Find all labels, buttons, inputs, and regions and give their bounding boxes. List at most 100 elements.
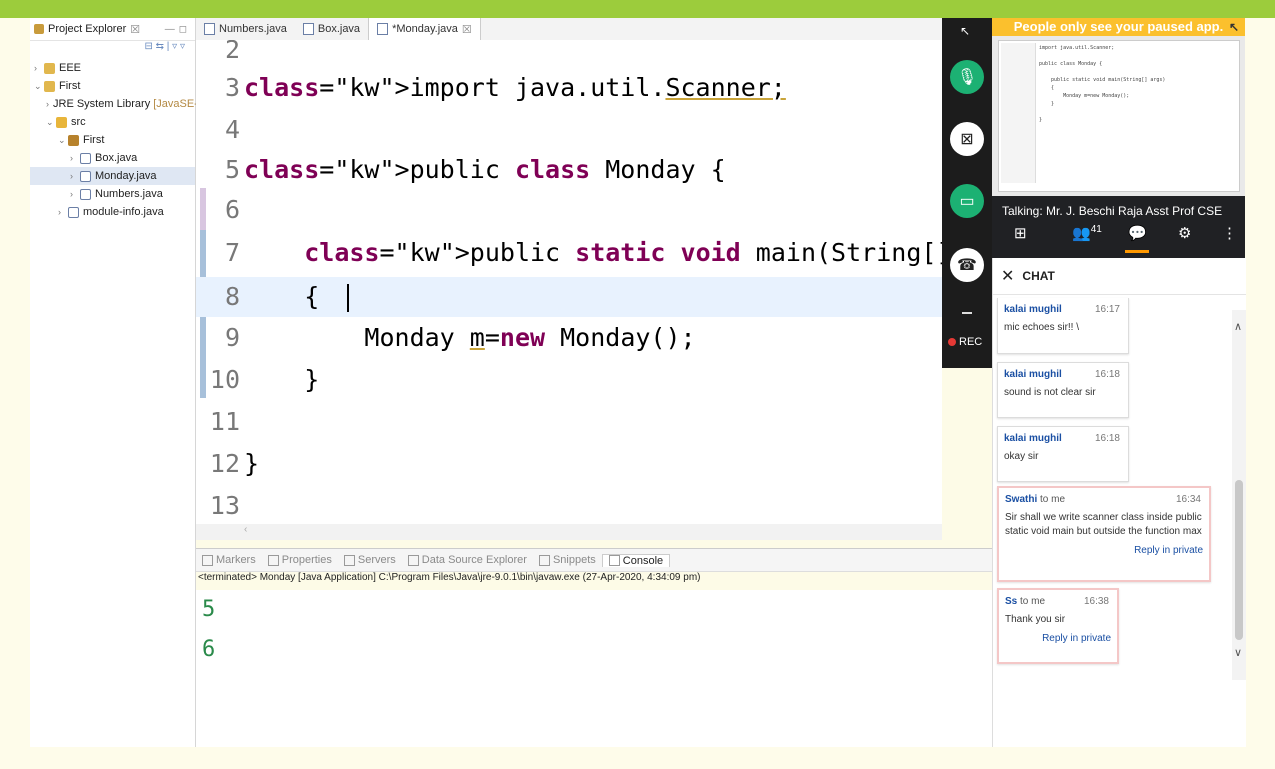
sender-name: kalai mughil — [1004, 369, 1062, 380]
view-icon — [343, 554, 355, 566]
console-tab[interactable]: Servers — [338, 554, 402, 566]
tree-item-label: Numbers.java — [95, 188, 163, 200]
project-explorer-title[interactable]: Project Explorer — [48, 23, 126, 35]
leave-call-button[interactable]: ☎ — [950, 248, 984, 282]
tree-item[interactable]: › Monday.java — [30, 167, 195, 185]
view-icon — [267, 554, 279, 566]
present-screen-icon: ▭ — [959, 193, 975, 210]
code-line[interactable]: 5 class="kw">public class Monday { — [196, 150, 942, 190]
code-line[interactable]: 11 — [196, 402, 942, 442]
expand-toggle-icon[interactable]: ⌄ — [46, 117, 56, 128]
grid-view-icon[interactable]: ⊞ — [1014, 224, 1027, 242]
code-line[interactable]: 2 — [196, 40, 942, 70]
microphone-icon: 🎙 — [956, 69, 978, 86]
expand-toggle-icon[interactable]: › — [70, 189, 80, 199]
reply-in-private-link[interactable]: Reply in private — [1005, 633, 1111, 644]
expand-toggle-icon[interactable]: › — [58, 207, 68, 217]
console-tab-bar: Markers Properties Servers Data Source Expl… — [196, 548, 992, 572]
expand-toggle-icon[interactable]: › — [46, 99, 49, 109]
editor-tab[interactable]: Box.java — [295, 18, 368, 40]
more-options-icon[interactable]: ⋮ — [1222, 224, 1237, 242]
source-folder-icon — [56, 116, 67, 128]
explorer-toolbar[interactable]: ⊟ ⇆ | ▿ ▿ — [30, 41, 195, 57]
code-line[interactable]: 7 class="kw">public static void main(Str… — [196, 233, 942, 273]
close-chat-icon[interactable]: ✕ — [1001, 266, 1014, 286]
line-number: 5 — [224, 155, 240, 184]
recording-indicator: REC — [948, 336, 982, 348]
chat-message: Swathi to me 16:34 Sir shall we write scan… — [997, 486, 1211, 582]
code-line[interactable]: 3 class="kw">import java.util.Scanner; — [196, 68, 942, 108]
expand-toggle-icon[interactable]: ⌄ — [58, 135, 68, 146]
settings-icon[interactable]: ⚙ — [1178, 224, 1191, 242]
console-tab-label: Snippets — [552, 554, 596, 566]
code-line[interactable]: 10 } — [196, 360, 942, 400]
chat-message: kalai mughil 16:18 okay sir — [997, 426, 1129, 482]
view-icon — [202, 554, 213, 566]
text-cursor — [347, 284, 350, 312]
tree-item[interactable]: ⌄ First — [30, 77, 195, 95]
tree-item[interactable]: › Box.java — [30, 149, 195, 167]
console-tab[interactable]: Properties — [262, 554, 338, 566]
tree-item[interactable]: › EEE — [30, 59, 195, 77]
expand-toggle-icon[interactable]: › — [34, 63, 44, 73]
console-tab[interactable]: Snippets — [533, 554, 602, 566]
tree-item[interactable]: › module-info.java — [30, 203, 195, 221]
chat-scrollbar[interactable]: ∧ ∨ — [1232, 310, 1246, 680]
line-number: 11 — [209, 407, 240, 436]
reply-in-private-link[interactable]: Reply in private — [1005, 545, 1203, 556]
code-line[interactable]: 9 Monday m=new Monday(); — [196, 318, 942, 358]
java-file-icon — [80, 170, 91, 182]
recipient-label: to me — [1020, 596, 1046, 607]
present-screen-button[interactable]: ▭ — [950, 184, 984, 218]
preview-code-line: public static void main(String[] args) — [1039, 77, 1166, 83]
console-tab[interactable]: Console — [601, 553, 671, 567]
participants-button[interactable]: 👥41 — [1072, 224, 1102, 242]
expand-toggle-icon[interactable]: ⌄ — [34, 81, 44, 92]
project-icon — [44, 62, 55, 74]
code-line[interactable]: 8 { — [196, 277, 942, 317]
chat-message: kalai mughil 16:17 mic echoes sir!! \ — [997, 298, 1129, 354]
java-file-icon — [302, 23, 314, 35]
console-tab[interactable]: Markers — [196, 554, 262, 566]
camera-off-button[interactable]: ⊠ — [950, 122, 984, 156]
code-line[interactable]: 12} — [196, 444, 942, 484]
separator — [962, 312, 972, 314]
scroll-down-icon[interactable]: ∨ — [1234, 646, 1242, 659]
code-line[interactable]: 4 — [196, 110, 942, 150]
code-line[interactable]: 6 — [196, 190, 942, 230]
java-file-icon — [377, 23, 389, 35]
message-time: 16:17 — [1094, 304, 1120, 315]
tree-item-label: EEE — [59, 62, 82, 74]
sender-name: Ss — [1005, 596, 1018, 607]
tab-close-icon[interactable]: ☒ — [462, 23, 472, 36]
code-text: { — [244, 277, 350, 317]
chat-icon[interactable]: 💬 — [1128, 224, 1147, 242]
project-explorer: Project Explorer ☒ —◻ ⊟ ⇆ | ▿ ▿ › EEE ⌄ Fir… — [30, 18, 207, 747]
code-editor[interactable]: 2 3 class="kw">import java.util.Scanner; 4 5… — [196, 40, 942, 540]
minimize-maximize-icon[interactable]: —◻ — [165, 24, 195, 35]
expand-toggle-icon[interactable]: › — [70, 171, 80, 181]
console-tab[interactable]: Data Source Explorer — [402, 554, 533, 566]
console-output-line: 6 — [202, 637, 216, 662]
collapse-arrow-icon[interactable]: ↖ — [960, 24, 970, 38]
code-line[interactable]: 13 — [196, 486, 942, 526]
talking-indicator: Talking: Mr. J. Beschi Raja Asst Prof CS… — [1002, 204, 1223, 218]
line-number: 13 — [209, 491, 240, 520]
tree-item[interactable]: › JRE System Library [JavaSE-9] — [30, 95, 207, 113]
line-number: 2 — [224, 40, 240, 64]
microphone-button[interactable]: 🎙 — [950, 60, 984, 94]
tree-item[interactable]: › Numbers.java — [30, 185, 195, 203]
scroll-up-icon[interactable]: ∧ — [1234, 320, 1242, 333]
view-icon — [608, 555, 620, 566]
tree-item[interactable]: ⌄ src — [30, 113, 195, 131]
meeting-header: Talking: Mr. J. Beschi Raja Asst Prof CS… — [992, 196, 1245, 258]
scroll-thumb[interactable] — [1235, 480, 1243, 640]
sender-name: kalai mughil — [1004, 433, 1062, 444]
editor-tab[interactable]: Numbers.java — [196, 18, 295, 40]
editor-horizontal-scrollbar[interactable]: ‹ — [196, 524, 942, 540]
editor-tab[interactable]: *Monday.java ☒ — [368, 18, 481, 40]
tree-item[interactable]: ⌄ First — [30, 131, 195, 149]
project-explorer-header: Project Explorer ☒ —◻ — [30, 18, 195, 41]
view-close-icon[interactable]: ☒ — [130, 23, 140, 36]
expand-toggle-icon[interactable]: › — [70, 153, 80, 163]
